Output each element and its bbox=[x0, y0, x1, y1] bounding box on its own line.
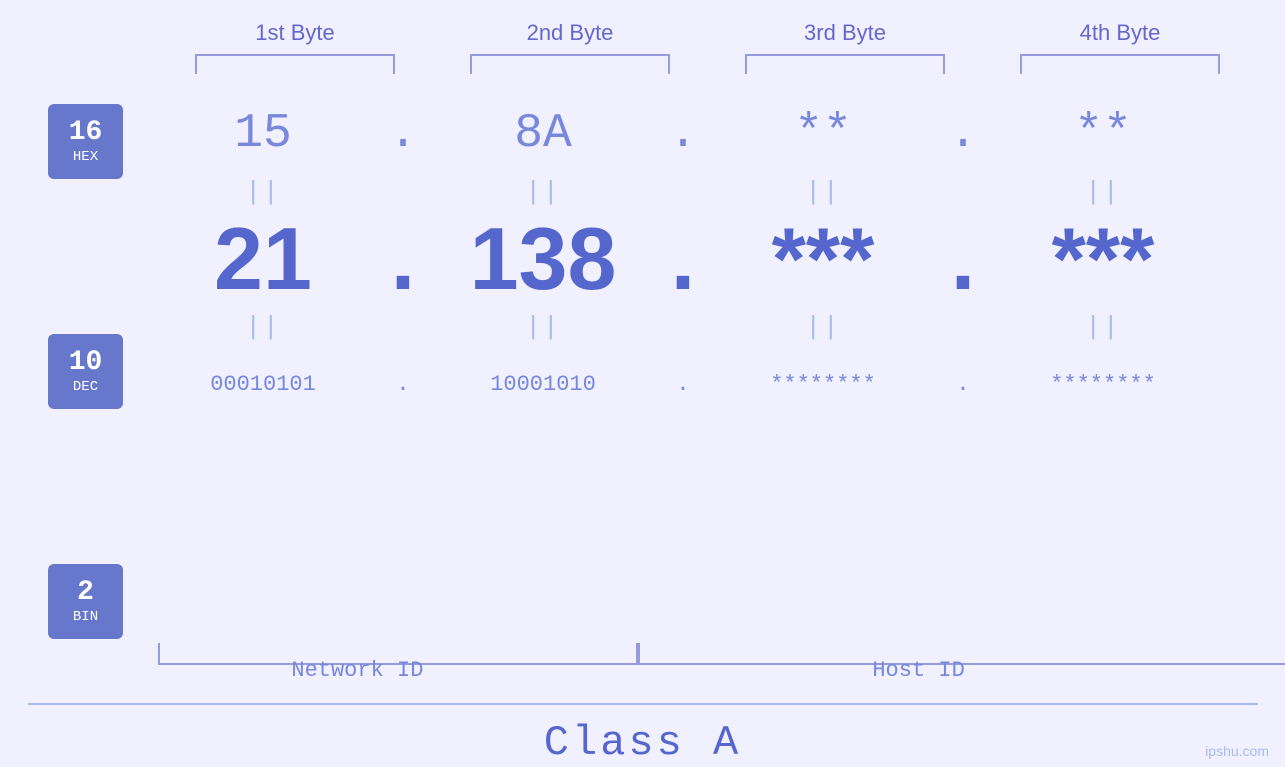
id-labels-row: Network ID Host ID bbox=[23, 658, 1263, 683]
eq1-val1: || bbox=[153, 177, 373, 207]
equals-row-2: || || || || bbox=[153, 309, 1285, 344]
main-container: 1st Byte 2nd Byte 3rd Byte 4th Byte 16 H… bbox=[0, 0, 1285, 767]
bin-dot2: . bbox=[653, 372, 713, 397]
bin-badge: 2 BIN bbox=[48, 564, 123, 639]
eq1-val4: || bbox=[993, 177, 1213, 207]
bin-val1: 00010101 bbox=[153, 372, 373, 397]
network-id-label: Network ID bbox=[140, 658, 574, 683]
dec-val1: 21 bbox=[153, 208, 373, 310]
bracket-byte2 bbox=[470, 54, 670, 74]
byte1-header: 1st Byte bbox=[185, 20, 405, 46]
byte2-header: 2nd Byte bbox=[460, 20, 680, 46]
bin-row: 00010101 . 10001010 . ******** . bbox=[153, 344, 1285, 424]
spacer bbox=[23, 658, 141, 683]
hex-badge-num: 16 bbox=[69, 119, 103, 147]
dec-badge-num: 10 bbox=[69, 349, 103, 377]
hex-dot2: . bbox=[653, 107, 713, 161]
host-id-label: Host ID bbox=[575, 658, 1263, 683]
hex-badge: 16 HEX bbox=[48, 104, 123, 179]
eq1-val3: || bbox=[713, 177, 933, 207]
eq2-val4: || bbox=[993, 312, 1213, 342]
class-label: Class A bbox=[28, 719, 1258, 767]
eq1-val2: || bbox=[433, 177, 653, 207]
eq2-val3: || bbox=[713, 312, 933, 342]
bin-badge-label: BIN bbox=[73, 609, 98, 625]
class-section: Class A bbox=[28, 703, 1258, 767]
bin-val2: 10001010 bbox=[433, 372, 653, 397]
dec-row: 21 . 138 . *** . *** bbox=[153, 209, 1285, 309]
hex-dot1: . bbox=[373, 107, 433, 161]
bin-val3: ******** bbox=[713, 372, 933, 397]
hex-badge-label: HEX bbox=[73, 149, 98, 165]
eq2-val2: || bbox=[433, 312, 653, 342]
dec-badge-label: DEC bbox=[73, 379, 98, 395]
bottom-brackets-container bbox=[158, 643, 1258, 650]
dec-dot2: . bbox=[653, 208, 713, 310]
values-grid: 15 . 8A . ** . ** bbox=[153, 94, 1285, 424]
dec-val3: *** bbox=[713, 208, 933, 310]
top-brackets bbox=[158, 54, 1258, 74]
bin-val4: ******** bbox=[993, 372, 1213, 397]
badges-column: 16 HEX 10 DEC 2 BIN bbox=[48, 94, 123, 639]
eq2-val1: || bbox=[153, 312, 373, 342]
bracket-byte3 bbox=[745, 54, 945, 74]
hex-val2: 8A bbox=[433, 107, 653, 161]
equals-row-1: || || || || bbox=[153, 174, 1285, 209]
main-grid: 16 HEX 10 DEC 2 BIN 15 . bbox=[0, 94, 1285, 639]
dec-dot1: . bbox=[373, 208, 433, 310]
dec-badge: 10 DEC bbox=[48, 334, 123, 409]
hex-dot3: . bbox=[933, 107, 993, 161]
byte4-header: 4th Byte bbox=[1010, 20, 1230, 46]
dec-val4: *** bbox=[993, 208, 1213, 310]
bin-badge-num: 2 bbox=[77, 579, 94, 607]
byte3-header: 3rd Byte bbox=[735, 20, 955, 46]
dec-val2: 138 bbox=[433, 208, 653, 310]
class-divider bbox=[28, 703, 1258, 705]
byte-headers-row: 1st Byte 2nd Byte 3rd Byte 4th Byte bbox=[158, 20, 1258, 46]
bracket-byte1 bbox=[195, 54, 395, 74]
dec-dot3: . bbox=[933, 208, 993, 310]
hex-val3: ** bbox=[713, 107, 933, 161]
bracket-byte4 bbox=[1020, 54, 1220, 74]
hex-row: 15 . 8A . ** . ** bbox=[153, 94, 1285, 174]
hex-val1: 15 bbox=[153, 107, 373, 161]
bin-dot1: . bbox=[373, 372, 433, 397]
watermark: ipshu.com bbox=[1205, 743, 1269, 759]
hex-val4: ** bbox=[993, 107, 1213, 161]
bin-dot3: . bbox=[933, 372, 993, 397]
